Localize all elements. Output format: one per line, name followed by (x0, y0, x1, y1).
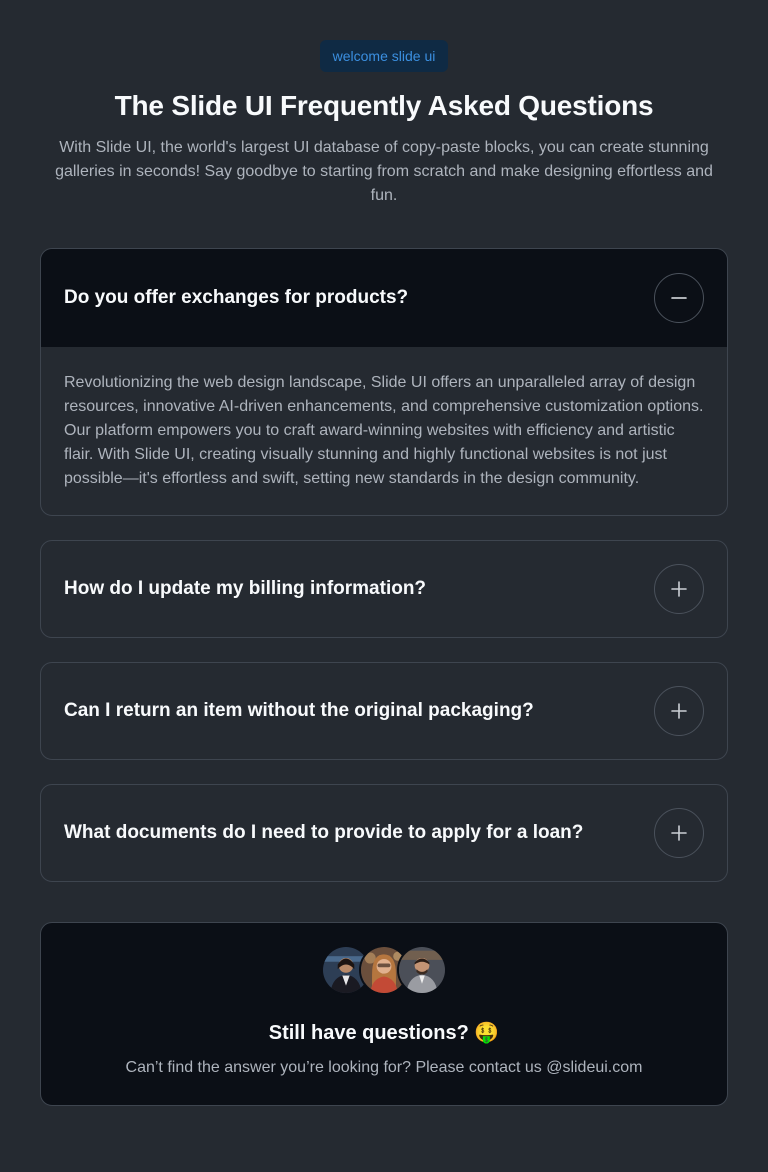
plus-icon[interactable] (654, 564, 704, 614)
faq-answer: Revolutionizing the web design landscape… (64, 374, 704, 487)
contact-title: Still have questions? 🤑 (268, 1022, 500, 1044)
faq-item: Do you offer exchanges for products? Rev… (40, 248, 728, 516)
faq-question-button[interactable]: What documents do I need to provide to a… (41, 785, 727, 881)
faq-question-button[interactable]: Do you offer exchanges for products? (41, 249, 727, 347)
faq-question: Do you offer exchanges for products? (64, 287, 409, 308)
faq-question-button[interactable]: How do I update my billing information? (41, 541, 727, 637)
faq-question: Can I return an item without the origina… (64, 700, 534, 721)
faq-question-button[interactable]: Can I return an item without the origina… (41, 663, 727, 759)
minus-icon[interactable] (654, 273, 704, 323)
faq-item: What documents do I need to provide to a… (40, 784, 728, 882)
page-subtitle: With Slide UI, the world's largest UI da… (55, 139, 713, 204)
faq-item: Can I return an item without the origina… (40, 662, 728, 760)
contact-text: Can’t find the answer you’re looking for… (125, 1059, 643, 1076)
plus-icon[interactable] (654, 808, 704, 858)
badge-wrap: welcome slide ui (40, 40, 728, 72)
contact-card: Still have questions? 🤑 Can’t find the a… (40, 922, 728, 1106)
faq-page: welcome slide ui The Slide UI Frequently… (0, 0, 768, 1172)
faq-question: What documents do I need to provide to a… (64, 822, 584, 843)
page-title: The Slide UI Frequently Asked Questions (114, 90, 654, 121)
faq-item: How do I update my billing information? (40, 540, 728, 638)
faq-question: How do I update my billing information? (64, 578, 427, 599)
avatar (397, 945, 447, 995)
avatar-group (321, 945, 447, 995)
plus-icon[interactable] (654, 686, 704, 736)
faq-list: Do you offer exchanges for products? Rev… (40, 248, 728, 882)
welcome-badge: welcome slide ui (319, 40, 449, 72)
